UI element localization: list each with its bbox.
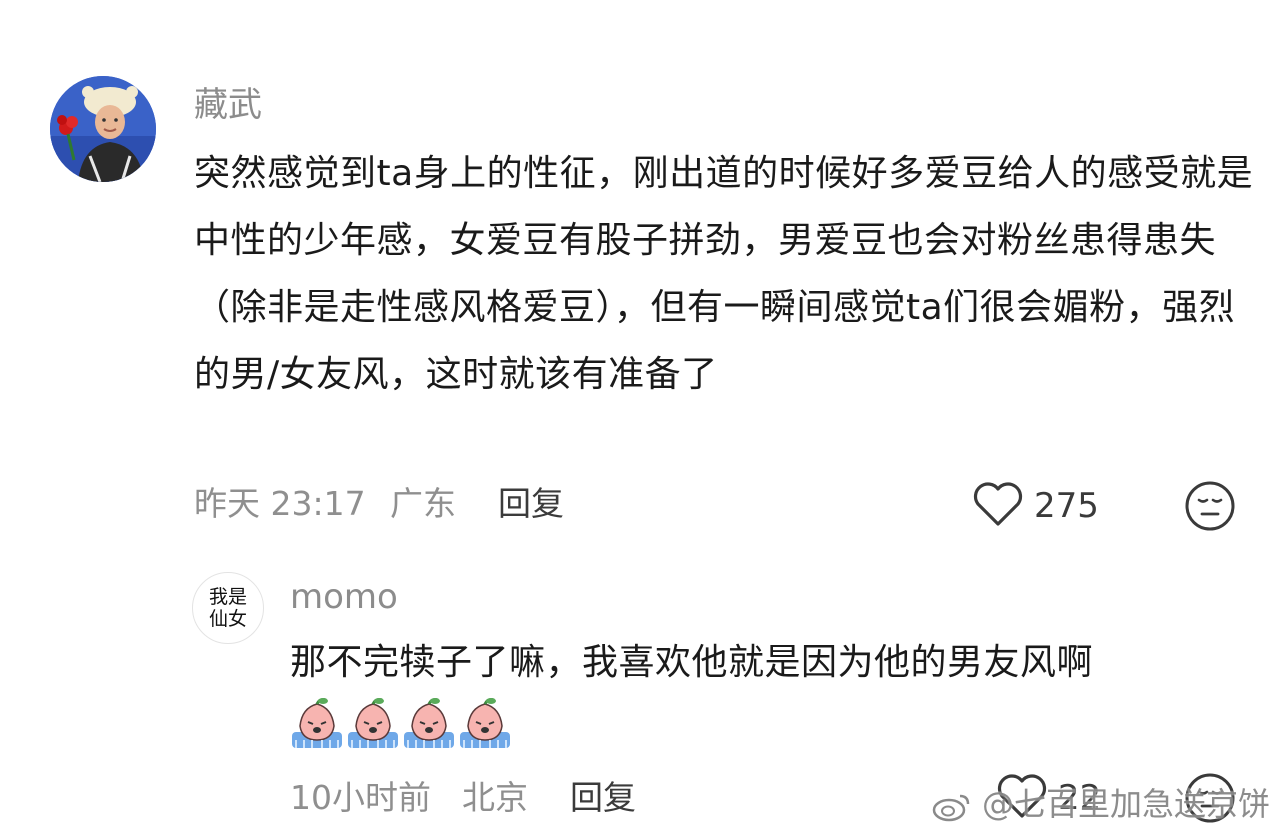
crying-peach-emoji bbox=[404, 698, 454, 748]
emoji-row bbox=[290, 696, 512, 752]
reaction-button[interactable] bbox=[1184, 480, 1236, 536]
reply-reply-button[interactable]: 回复 bbox=[570, 776, 636, 820]
reply-button[interactable]: 回复 bbox=[498, 482, 564, 526]
reply-text: 那不完犊子了嘛，我喜欢他就是因为他的男友风啊 bbox=[290, 642, 1094, 683]
user-photo-icon bbox=[50, 76, 156, 182]
reply-avatar[interactable]: 我是 仙女 bbox=[192, 572, 264, 644]
comment-text: 突然感觉到ta身上的性征，刚出道的时候好多爱豆给人的感受就是中性的少年感，女爱豆… bbox=[194, 153, 1254, 395]
crying-peach-emoji bbox=[292, 698, 342, 748]
neutral-face-icon bbox=[1185, 481, 1235, 531]
watermark-text: @七百里加急送京饼 bbox=[981, 785, 1270, 823]
reply-username[interactable]: momo bbox=[290, 574, 398, 620]
avatar-text-line1: 我是 bbox=[208, 586, 247, 608]
like-count: 275 bbox=[1034, 486, 1099, 526]
reply-time: 10小时前 bbox=[290, 778, 431, 817]
comment-location: 广东 bbox=[390, 484, 456, 523]
watermark: @七百里加急送京饼 bbox=[932, 782, 1270, 826]
heart-outline-icon bbox=[973, 482, 1023, 526]
crying-peach-emoji bbox=[348, 698, 398, 748]
avatar-text-line2: 仙女 bbox=[208, 608, 247, 630]
reply-location: 北京 bbox=[462, 778, 528, 817]
crying-peach-emoji bbox=[460, 698, 510, 748]
username[interactable]: 藏武 bbox=[194, 80, 262, 130]
like-button[interactable] bbox=[972, 480, 1024, 532]
comment-time: 昨天 23:17 bbox=[194, 484, 366, 523]
avatar[interactable] bbox=[50, 76, 156, 182]
weibo-logo-icon bbox=[932, 794, 970, 822]
